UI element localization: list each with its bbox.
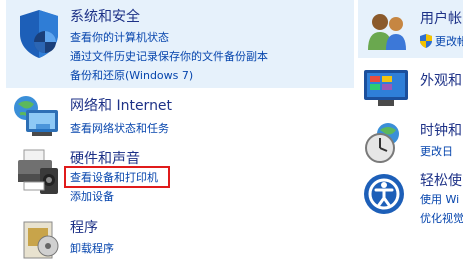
category-title-clock-region[interactable]: 时钟和 xyxy=(420,122,462,140)
link-change-date[interactable]: 更改日 xyxy=(420,145,453,159)
users-icon xyxy=(368,14,406,50)
highlight-box xyxy=(64,166,170,188)
category-title-user-accounts[interactable]: 用户帐 xyxy=(420,10,462,28)
clock-icon xyxy=(365,123,399,163)
link-backup-restore[interactable]: 备份和还原(Windows 7) xyxy=(70,69,193,83)
category-title-programs[interactable]: 程序 xyxy=(70,219,98,237)
link-network-status[interactable]: 查看网络状态和任务 xyxy=(70,122,169,136)
printer-icon xyxy=(18,149,58,194)
programs-icon xyxy=(23,221,59,259)
ease-of-access-icon xyxy=(364,174,404,214)
category-title-ease-of-access[interactable]: 轻松使 xyxy=(420,172,462,190)
shield-icon xyxy=(20,10,58,58)
link-use-windows-suggestions[interactable]: 使用 Wi xyxy=(420,193,459,207)
category-title-system-security[interactable]: 系统和安全 xyxy=(70,8,140,26)
link-file-history-backup[interactable]: 通过文件历史记录保存你的文件备份副本 xyxy=(70,50,268,64)
link-view-computer-status[interactable]: 查看你的计算机状态 xyxy=(70,31,169,45)
network-icon xyxy=(14,96,58,136)
category-title-network[interactable]: 网络和 Internet xyxy=(70,97,172,115)
admin-shield-icon xyxy=(420,34,432,48)
link-change-account-type[interactable]: 更改帐 xyxy=(435,35,463,49)
link-uninstall-program[interactable]: 卸载程序 xyxy=(70,242,114,256)
link-add-device[interactable]: 添加设备 xyxy=(70,190,114,204)
link-optimize-visual[interactable]: 优化视觉 xyxy=(420,212,463,226)
appearance-icon xyxy=(364,70,408,106)
category-title-appearance[interactable]: 外观和 xyxy=(420,72,462,90)
